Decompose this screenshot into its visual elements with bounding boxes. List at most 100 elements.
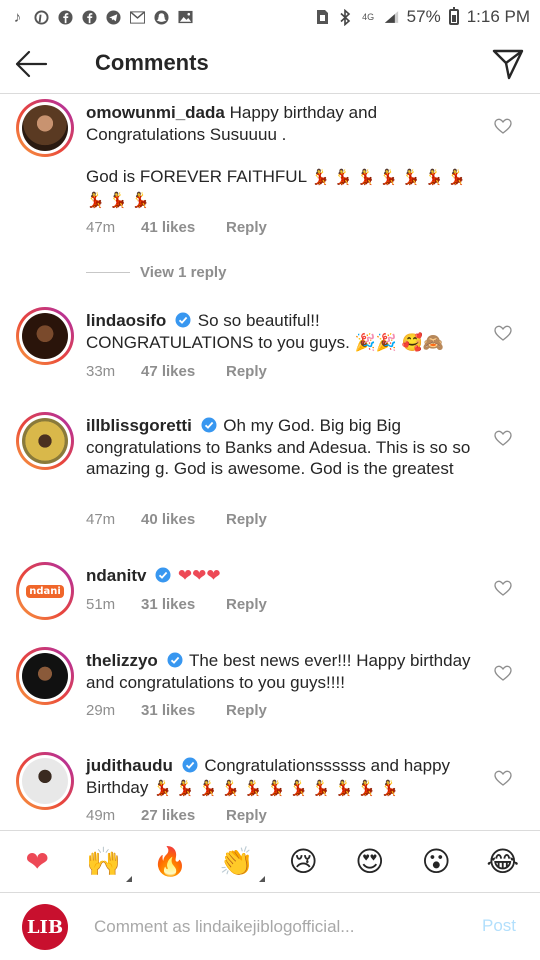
avatar[interactable]	[16, 647, 74, 705]
fire-emoji-button[interactable]: 🔥	[150, 845, 190, 878]
post-button[interactable]: Post	[482, 916, 516, 936]
emoji-quick-bar: ❤ 🙌 🔥 👏 😢 😍 😮 😂	[0, 830, 540, 893]
dancer-emoji-icon: 💃	[131, 191, 151, 209]
clapping-hands-emoji-icon: 👏	[219, 845, 255, 878]
avatar[interactable]	[16, 752, 74, 810]
reply-button[interactable]: Reply	[226, 511, 267, 528]
clapping-hands-emoji-button[interactable]: 👏	[217, 845, 265, 882]
comment-time: 49m	[86, 807, 116, 824]
comment-body: illblissgoretti Oh my God. Big big Big c…	[86, 415, 476, 480]
heart-icon[interactable]	[494, 580, 512, 596]
dancer-emoji-icon: 💃	[221, 779, 240, 797]
pinterest-icon	[34, 9, 49, 25]
comment-time: 51m	[86, 596, 116, 613]
snapchat-icon	[154, 9, 169, 25]
system-icons: 4G 57% 1:16 PM	[315, 7, 530, 27]
verified-badge-icon	[201, 417, 217, 433]
direct-send-icon	[492, 49, 524, 80]
signal-icon	[384, 10, 399, 25]
heart-icon[interactable]	[494, 118, 512, 134]
heart-icon[interactable]	[494, 770, 512, 786]
avatar[interactable]	[16, 307, 74, 365]
dancer-emoji-icon: 💃	[175, 779, 195, 797]
comment-body: lindaosifo So so beautiful!! CONGRATULAT…	[86, 310, 476, 353]
like-count[interactable]: 41 likes	[141, 219, 226, 236]
like-count[interactable]: 47 likes	[141, 363, 226, 380]
heart-icon[interactable]	[494, 665, 512, 681]
username[interactable]: lindaosifo	[86, 311, 166, 330]
raising-hands-emoji-button[interactable]: 🙌	[84, 845, 132, 882]
dancer-emoji-icon: 💃	[447, 169, 466, 186]
crying-face-emoji-button[interactable]: 😢	[283, 845, 323, 878]
dancer-emojis: 💃 💃 💃 💃 💃 💃 💃 💃 💃 💃 💃	[153, 778, 403, 797]
comment-item: thelizzyo The best news ever!!! Happy bi…	[0, 645, 540, 735]
current-user-avatar: LIB	[22, 904, 68, 950]
tears-of-joy-emoji-button[interactable]: 😂	[483, 845, 523, 878]
avatar[interactable]	[16, 412, 74, 470]
comment-input[interactable]	[94, 914, 454, 940]
comment-meta: 49m 27 likes Reply	[86, 807, 267, 824]
dancer-emoji-icon: 💃	[311, 779, 331, 797]
tiktok-icon: ♪	[13, 8, 22, 26]
username[interactable]: judithaudu	[86, 756, 173, 775]
status-bar: ♪ 4G 57% 1:16 PM	[0, 0, 540, 34]
comment-meta: 33m 47 likes Reply	[86, 363, 267, 380]
reply-button[interactable]: Reply	[226, 219, 267, 236]
dancer-emoji-icon: 💃	[379, 169, 398, 186]
battery-percent: 57%	[406, 7, 441, 26]
view-replies-button[interactable]: View 1 reply	[86, 264, 226, 281]
username[interactable]: illblissgoretti	[86, 416, 192, 435]
dancer-emoji-icon: 💃	[266, 779, 286, 797]
surprised-face-emoji-button[interactable]: 😮	[416, 845, 456, 878]
comment-item: lindaosifo So so beautiful!! CONGRATULAT…	[0, 305, 540, 391]
dancer-emoji-icon: 💃	[311, 169, 330, 186]
comment-meta: 29m 31 likes Reply	[86, 702, 267, 719]
like-count[interactable]: 27 likes	[141, 807, 226, 824]
back-arrow-icon	[15, 50, 48, 78]
reply-button[interactable]: Reply	[226, 807, 267, 824]
comments-list[interactable]: omowunmi_dada Happy birthday and Congrat…	[0, 95, 540, 830]
share-button[interactable]	[490, 46, 526, 82]
red-heart-emoji-button[interactable]: ❤	[17, 845, 57, 878]
comment-body: judithaudu Congratulationssssss and happ…	[86, 755, 476, 799]
gallery-icon	[178, 10, 193, 25]
comment-time: 47m	[86, 511, 116, 528]
skin-tone-indicator	[125, 876, 132, 882]
comments-header: Comments	[0, 34, 540, 94]
dancer-emoji-icon: 💃	[333, 169, 353, 186]
dancer-emoji-icon: 💃	[243, 779, 263, 797]
back-button[interactable]	[14, 47, 48, 81]
reply-button[interactable]: Reply	[226, 702, 267, 719]
dancer-emoji-icon: 💃	[108, 191, 128, 209]
avatar[interactable]: ndani	[16, 562, 74, 620]
page-title: Comments	[95, 50, 209, 75]
dancer-emoji-icon: 💃	[356, 169, 376, 186]
verified-badge-icon	[167, 652, 183, 668]
avatar[interactable]	[16, 99, 74, 157]
username[interactable]: omowunmi_dada	[86, 103, 225, 122]
comment-text: ❤❤❤	[177, 566, 221, 585]
bluetooth-icon	[338, 8, 353, 26]
heart-icon[interactable]	[494, 325, 512, 341]
comment-item: judithaudu Congratulationssssss and happ…	[0, 750, 540, 830]
battery-icon	[448, 7, 459, 25]
reply-button[interactable]: Reply	[226, 363, 267, 380]
sim-icon	[315, 10, 330, 25]
facebook-icon	[58, 9, 73, 25]
reply-button[interactable]: Reply	[226, 596, 267, 613]
like-count[interactable]: 31 likes	[141, 702, 226, 719]
comment-time: 29m	[86, 702, 116, 719]
dancer-emoji-icon: 💃	[424, 169, 444, 186]
username[interactable]: thelizzyo	[86, 651, 158, 670]
skin-tone-indicator	[258, 876, 265, 882]
like-count[interactable]: 40 likes	[141, 511, 226, 528]
comment-meta: 47m 41 likes Reply	[86, 219, 267, 236]
raising-hands-emoji-icon: 🙌	[86, 845, 122, 878]
comment-item: illblissgoretti Oh my God. Big big Big c…	[0, 410, 540, 540]
clock: 1:16 PM	[466, 7, 530, 26]
like-count[interactable]: 31 likes	[141, 596, 226, 613]
username[interactable]: ndanitv	[86, 566, 146, 585]
facebook-icon	[82, 9, 97, 25]
heart-eyes-emoji-button[interactable]: 😍	[350, 845, 390, 878]
heart-icon[interactable]	[494, 430, 512, 446]
